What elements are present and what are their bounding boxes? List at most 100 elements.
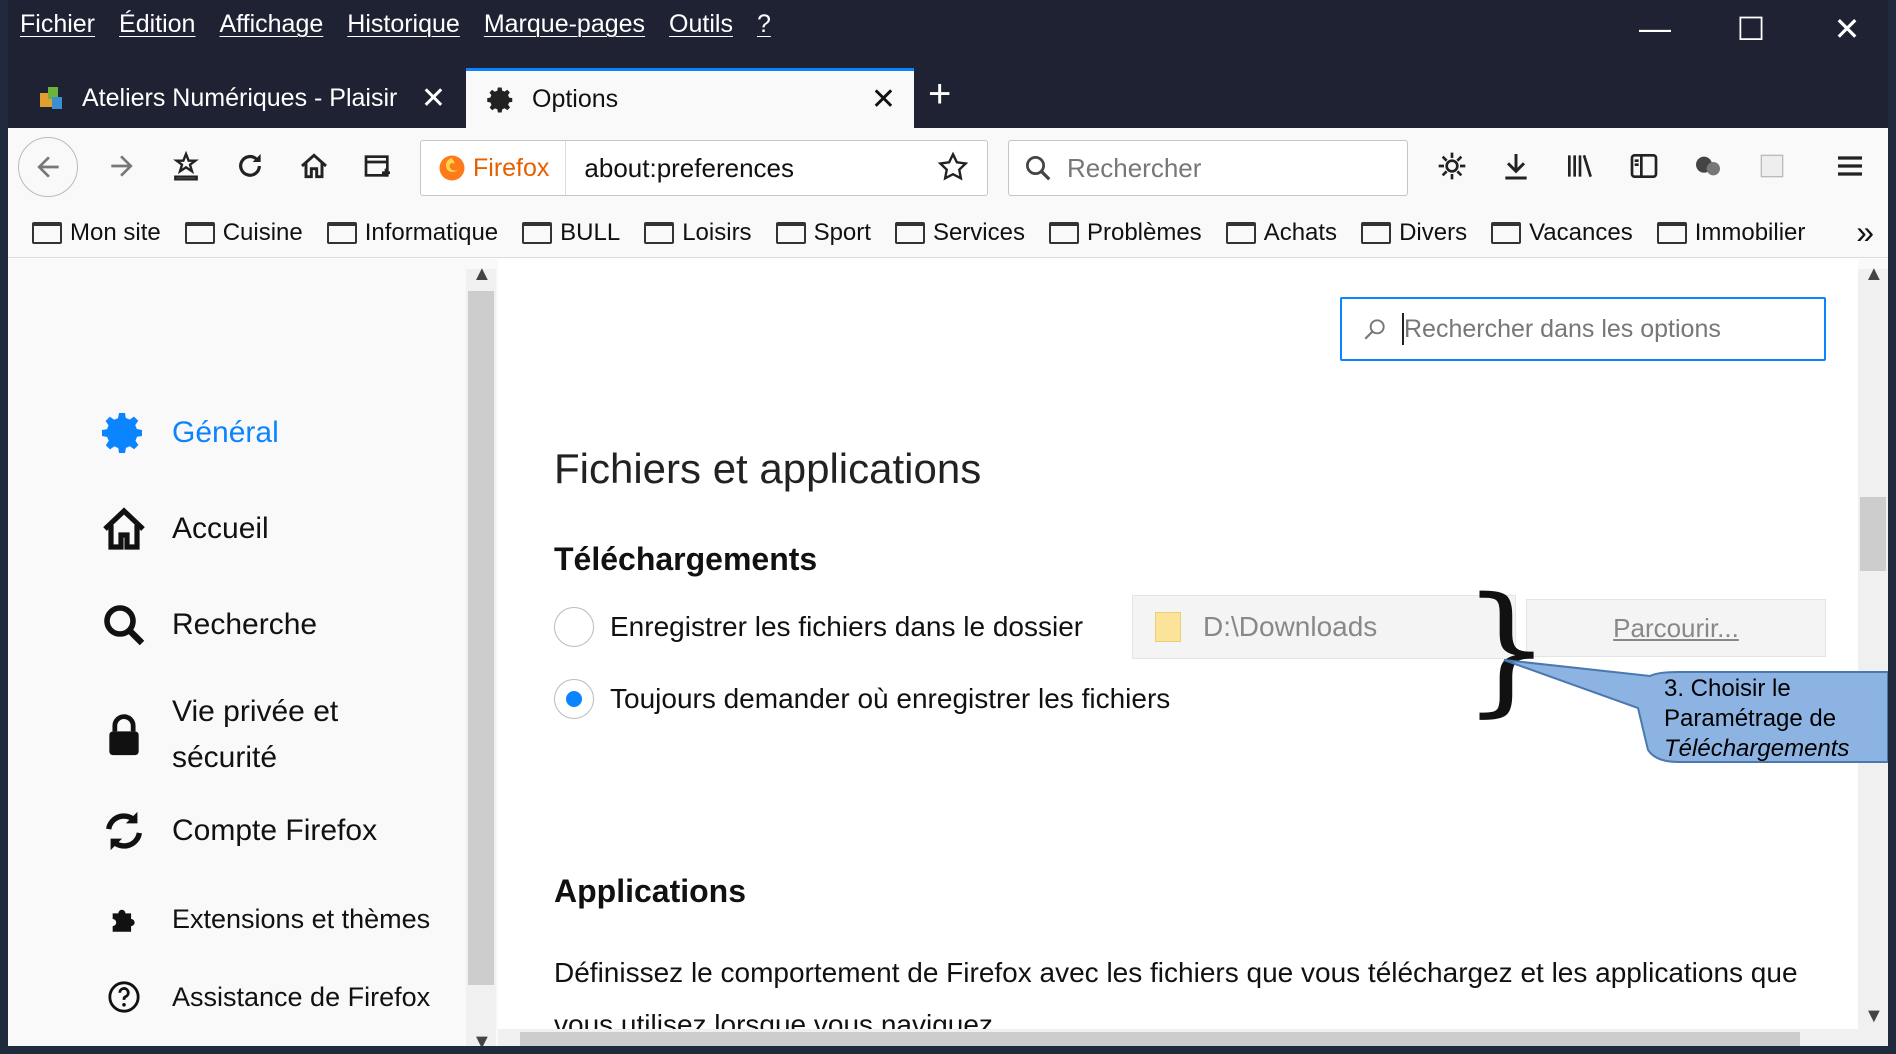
screenshot-button[interactable] bbox=[354, 142, 402, 190]
bookmark-label: Informatique bbox=[364, 218, 499, 246]
url-bar[interactable]: Firefox about:preferences bbox=[420, 140, 988, 196]
main-scrollbar[interactable]: ▲ ▼ bbox=[1858, 263, 1888, 1029]
sidebar-scrollbar[interactable]: ▲ ▼ bbox=[466, 263, 496, 1046]
folder-icon bbox=[184, 221, 215, 244]
scrollbar-thumb[interactable] bbox=[468, 291, 494, 985]
folder-icon bbox=[1048, 221, 1079, 244]
tab-ateliers[interactable]: Ateliers Numériques - Plaisir ✕ bbox=[16, 68, 464, 128]
forward-button[interactable] bbox=[98, 142, 146, 190]
home-button[interactable] bbox=[290, 142, 338, 190]
sidebar-item-privacy[interactable]: Vie privée et sécurité bbox=[98, 689, 372, 781]
save-to-pocket-button[interactable] bbox=[162, 142, 210, 190]
bookmark-folder[interactable]: Services bbox=[894, 218, 1025, 247]
home-icon bbox=[301, 153, 327, 179]
menu-aide[interactable]: ? bbox=[757, 10, 771, 50]
sidebar-item-search[interactable]: Recherche bbox=[98, 599, 317, 651]
bookmark-label: Sport bbox=[813, 218, 871, 246]
downloads-button[interactable] bbox=[1492, 142, 1540, 190]
bookmark-folder[interactable]: Vacances bbox=[1491, 219, 1633, 247]
scrollbar-thumb[interactable] bbox=[1860, 497, 1886, 571]
bookmark-folder[interactable]: Achats bbox=[1225, 219, 1337, 247]
close-tab-icon[interactable]: ✕ bbox=[871, 82, 896, 117]
bookmark-label: Immobilier bbox=[1694, 218, 1806, 246]
menu-historique[interactable]: Historique bbox=[347, 10, 460, 50]
sync-icon bbox=[98, 805, 150, 857]
always-ask-label[interactable]: Toujours demander où enregistrer les fic… bbox=[610, 683, 1170, 715]
url-text[interactable]: about:preferences bbox=[566, 153, 794, 184]
options-search-placeholder: Rechercher dans les options bbox=[1404, 314, 1721, 343]
save-to-folder-radio[interactable] bbox=[554, 607, 594, 647]
sidebar-item-help[interactable]: Assistance de Firefox bbox=[98, 971, 430, 1023]
search-icon bbox=[1026, 156, 1051, 181]
bookmarks-toolbar: Mon site Cuisine Informatique BULL Loisi… bbox=[8, 208, 1888, 258]
bookmark-folder[interactable]: Problèmes bbox=[1048, 219, 1202, 247]
sidebar-item-general[interactable]: Général bbox=[98, 407, 279, 459]
scroll-up-arrow-icon[interactable]: ▲ bbox=[1864, 263, 1884, 286]
folder-icon bbox=[894, 221, 925, 244]
bookmarks-overflow-button[interactable]: » bbox=[1856, 214, 1874, 251]
menu-affichage[interactable]: Affichage bbox=[219, 10, 323, 50]
folder-icon bbox=[1656, 221, 1687, 244]
bookmark-label: Loisirs bbox=[682, 218, 752, 246]
browser-window: Fichier Édition Affichage Historique Mar… bbox=[0, 0, 1896, 1054]
folder-icon bbox=[1225, 221, 1256, 244]
library-button[interactable] bbox=[1556, 142, 1604, 190]
menu-fichier[interactable]: Fichier bbox=[20, 10, 95, 50]
horizontal-scrollbar[interactable] bbox=[498, 1029, 1888, 1046]
folder-icon bbox=[644, 221, 675, 244]
tab-strip: Ateliers Numériques - Plaisir ✕ Options … bbox=[8, 64, 1888, 128]
sidebar-item-home[interactable]: Accueil bbox=[98, 503, 269, 555]
save-to-folder-label[interactable]: Enregistrer les fichiers dans le dossier bbox=[610, 611, 1083, 643]
close-window-button[interactable]: ✕ bbox=[1824, 10, 1870, 48]
bookmark-folder[interactable]: Informatique bbox=[326, 218, 499, 247]
new-tab-button[interactable]: + bbox=[928, 72, 951, 117]
maximize-button[interactable]: ☐ bbox=[1728, 10, 1774, 48]
downloads-heading: Téléchargements bbox=[554, 541, 818, 577]
bookmark-label: Services bbox=[932, 218, 1025, 246]
extension-button[interactable] bbox=[1428, 142, 1476, 190]
close-tab-icon[interactable]: ✕ bbox=[421, 81, 446, 116]
back-button[interactable] bbox=[18, 137, 78, 197]
bookmark-folder[interactable]: BULL bbox=[522, 219, 620, 247]
puzzle-icon bbox=[98, 893, 150, 945]
bookmark-folder[interactable]: Mon site bbox=[32, 219, 161, 247]
bookmark-star-icon[interactable] bbox=[929, 143, 977, 191]
bookmark-folder[interactable]: Cuisine bbox=[184, 219, 303, 247]
sidebar-item-extensions[interactable]: Extensions et thèmes bbox=[98, 893, 430, 945]
sidebar-item-label: Accueil bbox=[172, 512, 269, 545]
menu-marque-pages[interactable]: Marque-pages bbox=[484, 10, 645, 50]
callout-line: Téléchargements bbox=[1664, 735, 1850, 762]
always-ask-radio[interactable] bbox=[554, 679, 594, 719]
bookmark-folder[interactable]: Sport bbox=[775, 218, 871, 247]
menu-edition[interactable]: Édition bbox=[119, 10, 195, 50]
sidebar-toggle-button[interactable] bbox=[1620, 142, 1668, 190]
identity-label: Firefox bbox=[473, 153, 550, 182]
menu-outils[interactable]: Outils bbox=[669, 10, 733, 50]
sidebar-item-sync[interactable]: Compte Firefox bbox=[98, 805, 377, 857]
scrollbar-thumb[interactable] bbox=[520, 1032, 1800, 1046]
section-title: Fichiers et applications bbox=[554, 445, 982, 492]
tab-options[interactable]: Options ✕ bbox=[466, 68, 914, 128]
folder-icon bbox=[1491, 221, 1522, 244]
browse-button[interactable]: Parcourir... bbox=[1526, 599, 1826, 657]
folder-icon bbox=[775, 221, 806, 244]
addon-button[interactable] bbox=[1684, 142, 1732, 190]
lock-icon bbox=[98, 709, 150, 761]
search-bar[interactable]: Rechercher bbox=[1008, 140, 1408, 196]
scroll-down-arrow-icon[interactable]: ▼ bbox=[1864, 1005, 1884, 1028]
disabled-addon-button[interactable] bbox=[1748, 142, 1796, 190]
scroll-up-arrow-icon[interactable]: ▲ bbox=[472, 263, 492, 286]
scroll-down-arrow-icon[interactable]: ▼ bbox=[472, 1031, 492, 1046]
bookmark-label: Divers bbox=[1399, 218, 1468, 246]
reload-button[interactable] bbox=[226, 142, 274, 190]
bookmark-folder[interactable]: Immobilier bbox=[1656, 218, 1806, 247]
preferences-main: Rechercher dans les options Fichiers et … bbox=[498, 259, 1858, 1040]
bookmark-folder[interactable]: Divers bbox=[1361, 219, 1467, 247]
identity-badge[interactable]: Firefox bbox=[421, 141, 567, 195]
minimize-button[interactable]: — bbox=[1632, 10, 1678, 48]
arrow-right-icon bbox=[111, 155, 133, 177]
search-placeholder: Rechercher bbox=[1067, 152, 1202, 183]
options-search-input[interactable]: Rechercher dans les options bbox=[1340, 297, 1826, 361]
bookmark-folder[interactable]: Loisirs bbox=[644, 218, 752, 247]
hamburger-menu-button[interactable] bbox=[1826, 142, 1874, 190]
